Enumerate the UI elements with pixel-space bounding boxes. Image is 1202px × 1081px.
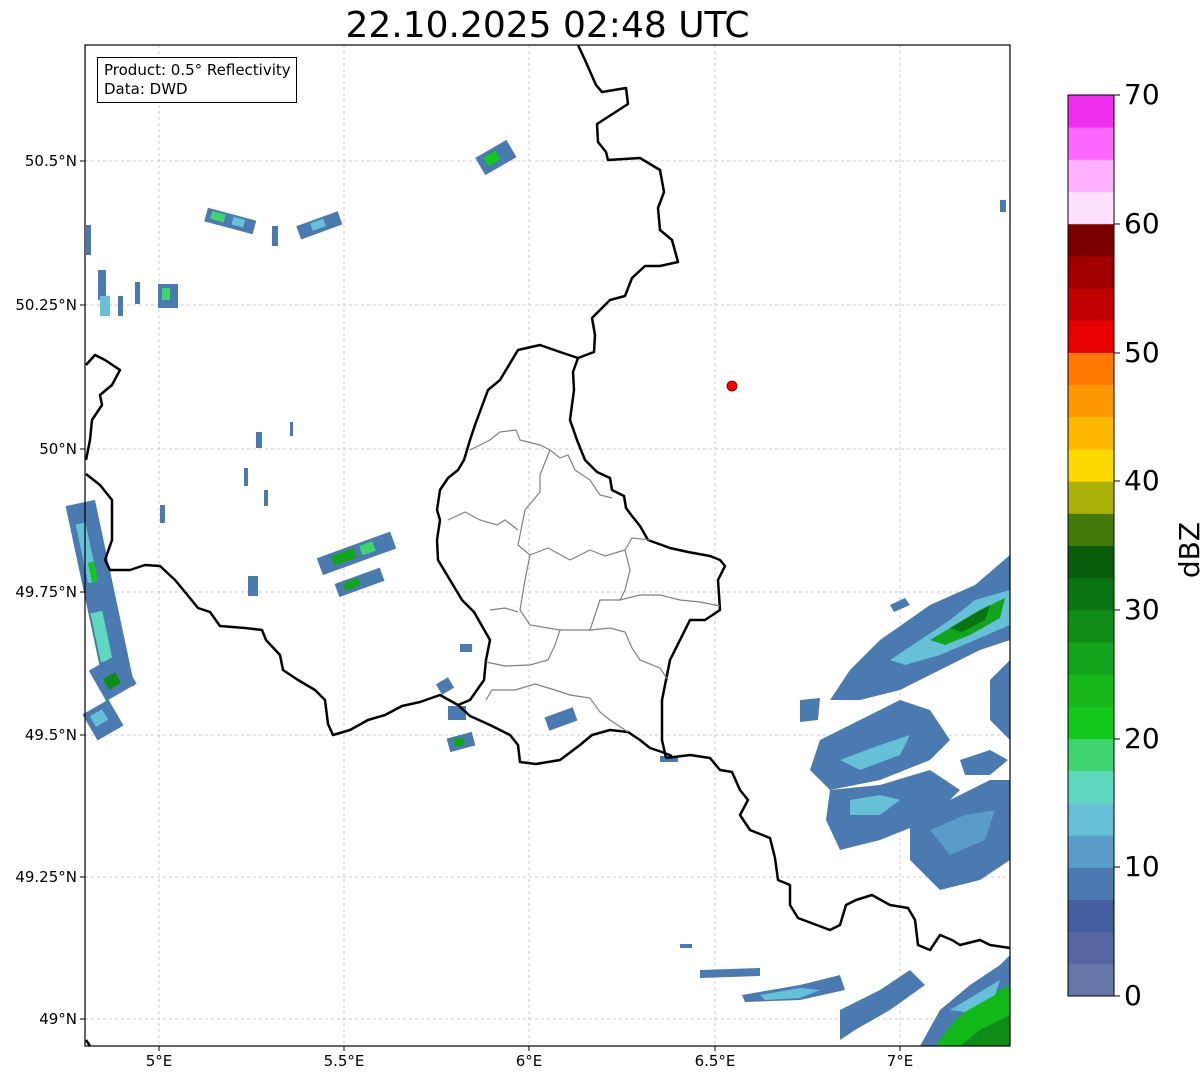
- lat-tick: 49.25°N: [15, 868, 77, 886]
- radar-echoes: [65, 139, 1010, 1046]
- lon-tick: 5.5°E: [323, 1052, 365, 1070]
- colorbar-band: [1068, 288, 1114, 321]
- colorbar-tick: 0: [1124, 979, 1142, 1012]
- echo-north-1: [475, 139, 517, 176]
- colorbar-band: [1068, 191, 1114, 225]
- colorbar: [1068, 95, 1114, 997]
- radar-map: [65, 44, 1120, 1051]
- echo-north-3: [296, 211, 343, 240]
- lat-tick: 49.75°N: [15, 583, 77, 601]
- colorbar-band: [1068, 481, 1114, 514]
- radar-site-marker: [726, 380, 738, 392]
- district-borders: [447, 429, 721, 733]
- colorbar-band: [1068, 867, 1114, 900]
- colorbar-band: [1068, 320, 1114, 353]
- colorbar-band: [1068, 577, 1114, 611]
- lon-tick: 6°E: [515, 1052, 543, 1070]
- colorbar-label: dBZ: [1173, 521, 1202, 579]
- colorbar-band: [1068, 674, 1114, 707]
- lat-tick: 49.5°N: [24, 726, 77, 744]
- lat-tick: 50°N: [39, 440, 77, 458]
- lat-tick: 50.5°N: [24, 152, 77, 170]
- colorbar-band: [1068, 127, 1114, 160]
- colorbar-band: [1068, 802, 1114, 836]
- colorbar-band: [1068, 513, 1114, 546]
- echo-center-2: [334, 567, 385, 598]
- colorbar-band: [1068, 609, 1114, 643]
- colorbar-tick: 10: [1124, 850, 1160, 883]
- lat-tick: 49°N: [39, 1010, 77, 1028]
- colorbar-tick: 30: [1124, 593, 1160, 626]
- colorbar-band: [1068, 931, 1114, 965]
- lon-tick: 5°E: [145, 1052, 173, 1070]
- lat-tick: 50.25°N: [15, 296, 77, 314]
- echo-center-1: [316, 531, 397, 576]
- colorbar-tick: 60: [1124, 207, 1160, 240]
- info-box: Product: 0.5° Reflectivity Data: DWD: [97, 57, 297, 103]
- colorbar-tick: 70: [1124, 78, 1160, 111]
- colorbar-band: [1068, 899, 1114, 933]
- colorbar-band: [1068, 738, 1114, 772]
- colorbar-tick: 50: [1124, 336, 1160, 369]
- colorbar-band: [1068, 384, 1114, 418]
- colorbar-band: [1068, 963, 1114, 997]
- lon-tick: 7°E: [886, 1052, 914, 1070]
- colorbar-band: [1068, 835, 1114, 868]
- lon-tick: 6.5°E: [694, 1052, 736, 1070]
- colorbar-band: [1068, 706, 1114, 740]
- echo-north-2: [204, 207, 257, 235]
- colorbar-band: [1068, 95, 1114, 128]
- colorbar-tick: 20: [1124, 722, 1160, 755]
- colorbar-band: [1068, 448, 1114, 482]
- colorbar-band: [1068, 159, 1114, 193]
- colorbar-tick: 40: [1124, 464, 1160, 497]
- colorbar-band: [1068, 352, 1114, 386]
- country-borders: [84, 44, 1011, 1047]
- colorbar-band: [1068, 416, 1114, 450]
- echo-east-2: [800, 698, 1010, 890]
- colorbar-band: [1068, 255, 1114, 289]
- colorbar-band: [1068, 223, 1114, 257]
- colorbar-band: [1068, 642, 1114, 675]
- data-source-label: Data: DWD: [104, 80, 188, 98]
- colorbar-band: [1068, 545, 1114, 579]
- colorbar-band: [1068, 770, 1114, 804]
- product-label: Product: 0.5° Reflectivity: [104, 61, 291, 79]
